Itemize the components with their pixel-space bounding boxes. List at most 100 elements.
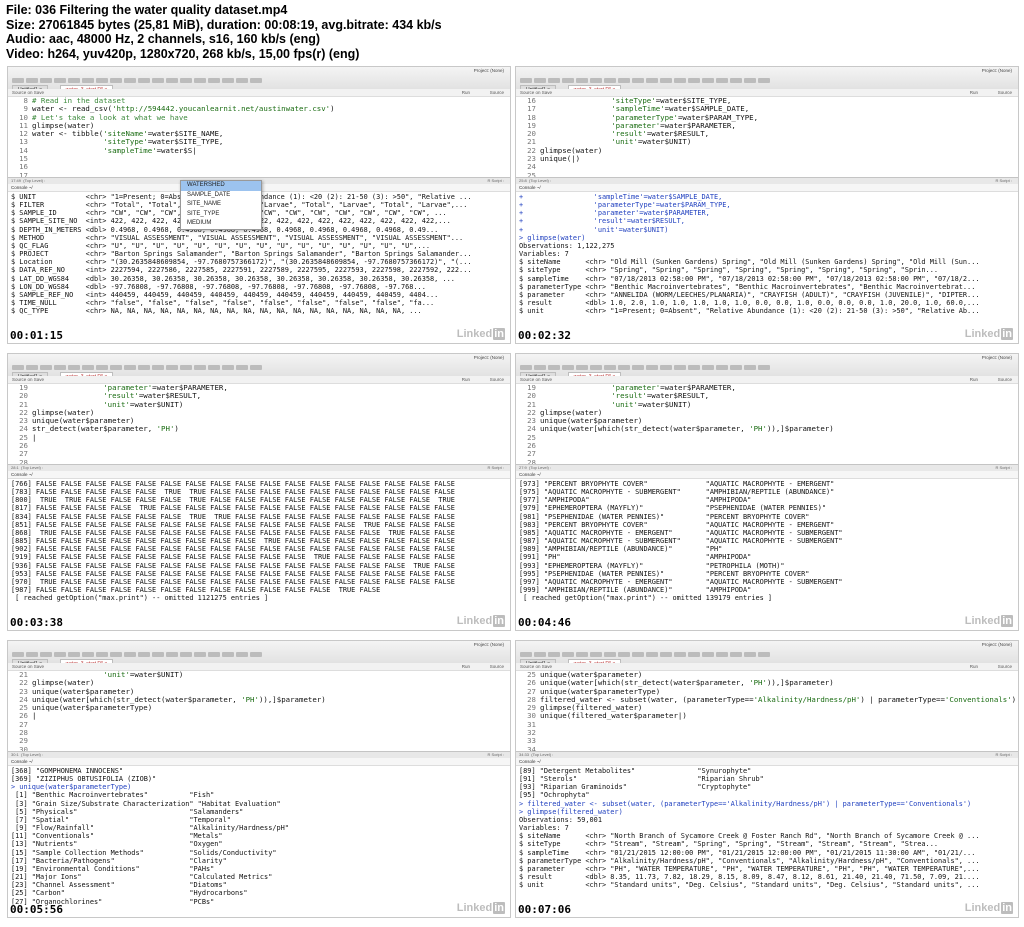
code-line[interactable]: 'sampleTime'=water$S| [32,146,508,155]
toolbar-icon[interactable] [152,652,164,657]
code-area[interactable]: unique(water$parameter) unique(water[whic… [540,670,1016,721]
toolbar-icon[interactable] [716,78,728,83]
toolbar-icon[interactable] [124,652,136,657]
toolbar-icon[interactable] [250,365,262,370]
toolbar-icon[interactable] [632,652,644,657]
toolbar-icon[interactable] [194,78,206,83]
code-editor[interactable]: Source on Save Run Source 19 20 21 22 23 24 25… [8,376,510,464]
run-button[interactable]: Run [462,376,470,383]
run-button[interactable]: Run [970,663,978,670]
code-editor[interactable]: Source on Save Run Source 25 26 27 28 29 30 31… [516,663,1018,751]
project-label[interactable]: Project: (None) [474,642,504,647]
source-button[interactable]: Source [998,376,1012,383]
source-on-save[interactable]: Source on Save [12,90,44,95]
run-button[interactable]: Run [462,89,470,96]
scope-label[interactable]: (Top Level) : [531,752,553,757]
code-line[interactable]: # Let's take a look at what we have [32,113,508,122]
code-area[interactable]: 'siteType'=water$SITE_TYPE, 'sampleTime'… [540,96,1016,163]
toolbar-icon[interactable] [674,365,686,370]
autocomplete-item[interactable]: WATERSHED [181,181,261,191]
source-button[interactable]: Source [490,663,504,670]
autocomplete-item[interactable]: MEDIUM [181,219,261,229]
toolbar-icon[interactable] [730,78,742,83]
toolbar-icon[interactable] [180,78,192,83]
toolbar-icon[interactable] [222,78,234,83]
toolbar-icon[interactable] [688,652,700,657]
toolbar-icon[interactable] [660,78,672,83]
toolbar-icon[interactable] [688,78,700,83]
code-line[interactable]: str_detect(water$parameter, 'PH') [32,425,508,434]
toolbar-icon[interactable] [236,652,248,657]
code-line[interactable]: unique(water[which(str_detect(water$para… [540,425,1016,434]
toolbar-icon[interactable] [236,78,248,83]
toolbar-icon[interactable] [138,652,150,657]
toolbar-icon[interactable] [138,78,150,83]
code-editor[interactable]: Source on Save Run Source 16 17 18 19 20 21 22… [516,89,1018,177]
toolbar-icon[interactable] [124,78,136,83]
code-line[interactable]: 'unit'=water$UNIT) [32,670,508,679]
source-button[interactable]: Source [998,89,1012,96]
toolbar-icon[interactable] [250,652,262,657]
toolbar-icon[interactable] [222,652,234,657]
run-button[interactable]: Run [970,376,978,383]
toolbar-icon[interactable] [702,365,714,370]
code-line[interactable]: | [32,712,508,721]
code-line[interactable]: 'unit'=water$UNIT) [32,400,508,409]
console-output[interactable]: [973] "PERCENT BRYOPHYTE COVER" "AQUATIC… [519,480,1016,630]
source-button[interactable]: Source [490,89,504,96]
toolbar-icon[interactable] [744,365,756,370]
toolbar-icon[interactable] [730,652,742,657]
toolbar-icon[interactable] [646,365,658,370]
project-label[interactable]: Project: (None) [474,68,504,73]
toolbar-icon[interactable] [138,365,150,370]
toolbar-icon[interactable] [646,78,658,83]
source-button[interactable]: Source [998,663,1012,670]
code-line[interactable]: unique(filtered_water$parameter|) [540,712,1016,721]
code-area[interactable]: 'parameter'=water$PARAMETER, 'result'=wa… [32,383,508,442]
scope-label[interactable]: (Top Level) : [529,178,551,183]
toolbar-icon[interactable] [250,78,262,83]
source-on-save[interactable]: Source on Save [520,90,552,95]
toolbar-icon[interactable] [194,365,206,370]
toolbar-icon[interactable] [730,365,742,370]
toolbar-icon[interactable] [180,365,192,370]
toolbar-icon[interactable] [744,652,756,657]
toolbar-icon[interactable] [758,78,770,83]
toolbar-icon[interactable] [716,652,728,657]
project-label[interactable]: Project: (None) [982,68,1012,73]
run-button[interactable]: Run [970,89,978,96]
code-editor[interactable]: Source on Save Run Source 21 22 23 24 25 26 27… [8,663,510,751]
toolbar-icon[interactable] [166,78,178,83]
toolbar-icon[interactable] [152,78,164,83]
source-button[interactable]: Source [490,376,504,383]
toolbar-icon[interactable] [744,78,756,83]
source-on-save[interactable]: Source on Save [520,377,552,382]
code-line[interactable]: 'unit'=water$UNIT) [540,400,1016,409]
console-output[interactable]: + 'sampleTime'=water$SAMPLE_DATE, + 'para… [519,193,1016,343]
toolbar-icon[interactable] [166,365,178,370]
code-line[interactable]: 'unit'=water$UNIT) [540,138,1016,147]
toolbar-icon[interactable] [194,652,206,657]
toolbar-icon[interactable] [660,652,672,657]
toolbar-icon[interactable] [702,78,714,83]
console-output[interactable]: [368] "GOMPHONEMA INNOCENS" [369] "ZIZIPH… [11,767,508,917]
code-line[interactable]: unique(|) [540,154,1016,163]
console-output[interactable]: [89] "Detergent Metabolites" "Synurophyt… [519,767,1016,917]
code-line[interactable]: | [32,433,508,442]
console-output[interactable]: [766] FALSE FALSE FALSE FALSE FALSE FALS… [11,480,508,630]
source-on-save[interactable]: Source on Save [12,664,44,669]
autocomplete-popup[interactable]: WATERSHED SAMPLE_DATE SITE_NAME SITE_TYPE ME… [180,180,262,230]
toolbar-icon[interactable] [632,78,644,83]
toolbar-icon[interactable] [208,652,220,657]
toolbar-icon[interactable] [236,365,248,370]
toolbar-icon[interactable] [674,78,686,83]
run-button[interactable]: Run [462,663,470,670]
code-area[interactable]: # Read in the dataset water <- read_csv('… [32,96,508,155]
source-on-save[interactable]: Source on Save [12,377,44,382]
toolbar-icon[interactable] [208,365,220,370]
toolbar-icon[interactable] [152,365,164,370]
toolbar-icon[interactable] [208,78,220,83]
code-area[interactable]: 'parameter'=water$PARAMETER, 'result'=wa… [540,383,1016,434]
toolbar-icon[interactable] [688,365,700,370]
toolbar-icon[interactable] [646,652,658,657]
